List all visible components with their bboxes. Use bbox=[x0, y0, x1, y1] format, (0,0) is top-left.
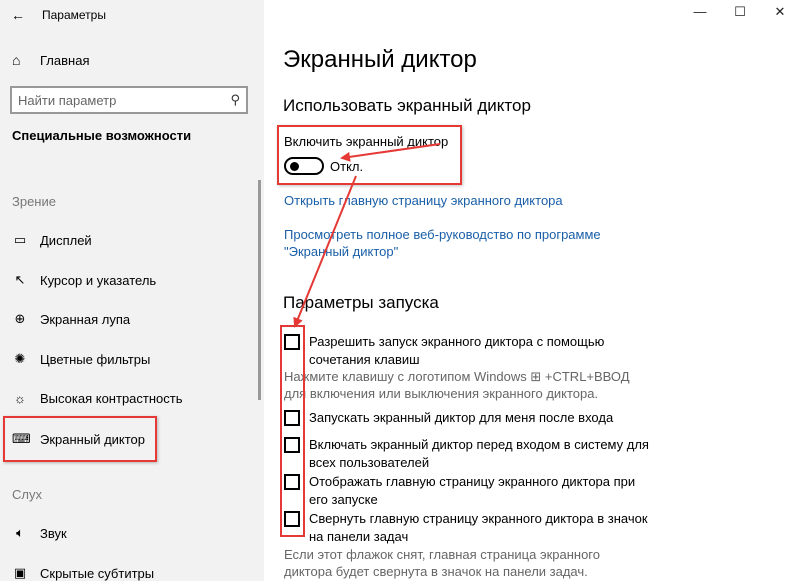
sidebar-item-label: Высокая контрастность bbox=[40, 390, 183, 406]
group-label-hearing: Слух bbox=[12, 487, 42, 502]
sidebar-item-magnifier[interactable]: ⊕ Экранная лупа bbox=[12, 308, 131, 330]
close-button[interactable]: ✕ bbox=[760, 4, 800, 20]
full-guide-link-line2: "Экранный диктор" bbox=[284, 244, 399, 259]
option-label: Свернуть главную страницу экранного дикт… bbox=[309, 511, 648, 544]
contrast-icon: ☼ bbox=[14, 390, 26, 406]
color-filter-icon: ✺ bbox=[14, 351, 26, 366]
search-box[interactable]: ⚲ bbox=[10, 86, 248, 114]
magnifier-icon: ⊕ bbox=[14, 311, 26, 326]
sidebar-item-display[interactable]: ▭ Дисплей bbox=[12, 229, 92, 251]
captions-icon: ▣ bbox=[13, 565, 27, 580]
sidebar-item-high-contrast[interactable]: ☼ Высокая контрастность bbox=[12, 387, 183, 409]
option-before-signin[interactable]: Включать экранный диктор перед входом в … bbox=[284, 436, 654, 472]
sidebar-item-label: Дисплей bbox=[40, 232, 92, 248]
full-guide-link-line1: Просмотреть полное веб-руководство по пр… bbox=[284, 227, 601, 242]
section-title: Специальные возможности bbox=[12, 128, 192, 143]
back-arrow-icon[interactable]: ← bbox=[0, 0, 36, 30]
option-label: Включать экранный диктор перед входом в … bbox=[309, 437, 649, 470]
sidebar-item-home[interactable]: ⌂ Главная bbox=[12, 50, 89, 70]
search-input[interactable] bbox=[18, 92, 231, 108]
minimize-hint: Если этот флажок снят, главная страница … bbox=[284, 547, 600, 579]
use-narrator-heading: Использовать экранный диктор bbox=[283, 96, 531, 115]
option-minimize-home[interactable]: Свернуть главную страницу экранного дикт… bbox=[284, 510, 654, 546]
option-shortcut[interactable]: Разрешить запуск экранного диктора с пом… bbox=[284, 333, 654, 369]
option-label: Отображать главную страницу экранного ди… bbox=[309, 474, 636, 507]
annotation-highlight-narrator bbox=[3, 416, 157, 462]
sidebar-item-label: Скрытые субтитры bbox=[40, 565, 155, 581]
sidebar-item-color-filters[interactable]: ✺ Цветные фильтры bbox=[12, 348, 151, 370]
cursor-icon: ↖ bbox=[14, 272, 26, 287]
home-icon: ⌂ bbox=[12, 52, 21, 68]
sidebar-item-label: Курсор и указатель bbox=[40, 272, 157, 288]
sidebar-item-label: Главная bbox=[40, 52, 90, 68]
window-controls: — ☐ ✕ bbox=[680, 4, 800, 20]
startup-options-heading: Параметры запуска bbox=[283, 293, 439, 312]
sidebar-item-label: Экранная лупа bbox=[40, 311, 131, 327]
group-label-vision: Зрение bbox=[12, 194, 56, 209]
maximize-button[interactable]: ☐ bbox=[720, 4, 760, 20]
option-show-home[interactable]: Отображать главную страницу экранного ди… bbox=[284, 473, 654, 509]
option-label: Разрешить запуск экранного диктора с пом… bbox=[309, 334, 605, 367]
shortcut-hint: Нажмите клавишу с логотипом Windows ⊞ +C… bbox=[284, 369, 630, 401]
full-guide-link[interactable]: Просмотреть полное веб-руководство по пр… bbox=[284, 226, 601, 260]
sidebar: ← Параметры ⌂ Главная ⚲ Специальные возм… bbox=[0, 0, 264, 581]
sidebar-item-label: Цветные фильтры bbox=[40, 351, 151, 367]
sidebar-item-captions[interactable]: ▣ Скрытые субтитры bbox=[12, 562, 154, 581]
sidebar-item-label: Звук bbox=[40, 525, 67, 541]
minimize-button[interactable]: — bbox=[680, 4, 720, 20]
sidebar-scrollbar[interactable] bbox=[258, 180, 261, 400]
option-label: Запускать экранный диктор для меня после… bbox=[309, 410, 614, 425]
titlebar: ← Параметры bbox=[0, 0, 264, 30]
sidebar-item-sound[interactable]: 🔈︎ Звук bbox=[12, 522, 67, 544]
annotation-highlight-toggle bbox=[277, 125, 462, 185]
option-after-signin[interactable]: Запускать экранный диктор для меня после… bbox=[284, 409, 654, 427]
search-icon[interactable]: ⚲ bbox=[230, 92, 240, 108]
annotation-highlight-checkboxes bbox=[280, 325, 305, 537]
app-title: Параметры bbox=[42, 8, 106, 22]
speaker-icon: 🔈︎ bbox=[16, 525, 24, 540]
display-icon: ▭ bbox=[13, 232, 27, 247]
sidebar-item-cursor[interactable]: ↖ Курсор и указатель bbox=[12, 269, 157, 291]
page-title: Экранный диктор bbox=[283, 46, 477, 73]
open-narrator-home-link[interactable]: Открыть главную страницу экранного дикто… bbox=[284, 192, 563, 209]
